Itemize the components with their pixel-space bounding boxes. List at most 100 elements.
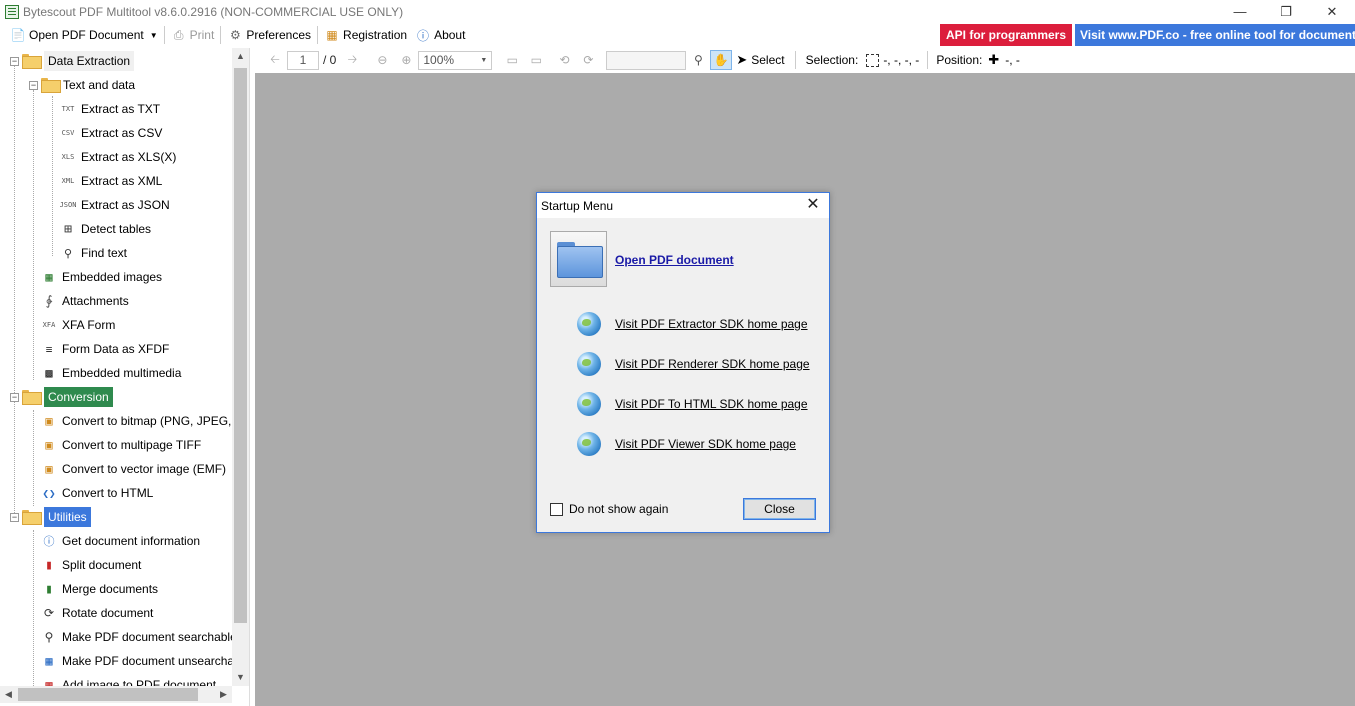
selection-rect-icon bbox=[866, 53, 880, 67]
tree-vertical-scrollbar[interactable]: ▲ ▼ bbox=[232, 48, 249, 686]
tree-item-convert-vector[interactable]: ▣ Convert to vector image (EMF) bbox=[41, 457, 226, 481]
paperclip-icon: ∳ bbox=[45, 293, 53, 309]
tohtml-sdk-link[interactable]: Visit PDF To HTML SDK home page bbox=[615, 397, 808, 411]
zoom-in-icon[interactable]: ⊕ bbox=[396, 51, 416, 69]
tree-item-form-data-xfdf[interactable]: ≡ Form Data as XFDF bbox=[41, 337, 170, 361]
renderer-sdk-row[interactable]: Visit PDF Renderer SDK home page bbox=[577, 351, 810, 377]
tree-item-extract-json[interactable]: JSON Extract as JSON bbox=[60, 193, 170, 217]
renderer-sdk-link[interactable]: Visit PDF Renderer SDK home page bbox=[615, 357, 810, 371]
extractor-sdk-row[interactable]: Visit PDF Extractor SDK home page bbox=[577, 311, 808, 337]
page-number-input[interactable]: 1 bbox=[287, 50, 319, 70]
tree-item-get-info[interactable]: ⓘ Get document information bbox=[41, 529, 201, 553]
tree-item-data-extraction[interactable]: Data Extraction bbox=[22, 49, 135, 73]
tree-item-extract-xml[interactable]: XML Extract as XML bbox=[60, 169, 163, 193]
tree-item-convert-html[interactable]: ❮❯ Convert to HTML bbox=[41, 481, 153, 505]
tree-item-convert-tiff[interactable]: ▣ Convert to multipage TIFF bbox=[41, 433, 201, 457]
globe-icon bbox=[577, 432, 601, 456]
visit-pdfco-button[interactable]: Visit www.PDF.co - free online tool for … bbox=[1075, 24, 1355, 46]
registration-button[interactable]: ▦ Registration bbox=[320, 24, 411, 46]
zoom-select[interactable]: 100% ▼ bbox=[418, 50, 493, 70]
xfa-icon: XFA bbox=[42, 321, 56, 329]
tree-item-attachments[interactable]: ∳ Attachments bbox=[41, 289, 129, 313]
json-file-icon: JSON bbox=[59, 201, 77, 209]
chevron-down-icon[interactable]: ▼ bbox=[150, 31, 158, 40]
rotate-right-icon[interactable]: ⟳ bbox=[578, 51, 598, 69]
zoom-out-icon[interactable]: ⊖ bbox=[372, 51, 392, 69]
tree-label: Extract as XML bbox=[81, 174, 163, 188]
scroll-up-icon[interactable]: ▲ bbox=[232, 48, 249, 65]
fit-page-icon[interactable]: ▭ bbox=[502, 51, 522, 69]
collapse-conversion[interactable]: − bbox=[10, 393, 19, 402]
registration-label: Registration bbox=[343, 28, 408, 42]
scroll-right-icon[interactable]: ▶ bbox=[215, 686, 232, 703]
tree-label: Data Extraction bbox=[44, 51, 135, 71]
do-not-show-again[interactable]: Do not show again bbox=[550, 502, 668, 516]
print-button[interactable]: ⎙ Print bbox=[167, 24, 219, 46]
scroll-down-icon[interactable]: ▼ bbox=[232, 669, 249, 686]
close-button[interactable]: Close bbox=[743, 498, 816, 520]
search-input[interactable] bbox=[606, 50, 687, 70]
tree-item-split[interactable]: ▮ Split document bbox=[41, 553, 141, 577]
tree-item-xfa-form[interactable]: XFA XFA Form bbox=[41, 313, 116, 337]
dialog-title: Startup Menu bbox=[541, 198, 614, 213]
tree-label: Detect tables bbox=[81, 222, 152, 236]
tree-item-extract-csv[interactable]: CSV Extract as CSV bbox=[60, 121, 163, 145]
scroll-thumb[interactable] bbox=[234, 68, 247, 623]
tree-item-detect-tables[interactable]: ⊞ Detect tables bbox=[60, 217, 151, 241]
tree-item-make-searchable[interactable]: ⚲ Make PDF document searchable bbox=[41, 625, 237, 649]
collapse-text-and-data[interactable]: − bbox=[29, 81, 38, 90]
tree-guide-line bbox=[14, 66, 15, 519]
html-icon: ❮❯ bbox=[42, 486, 56, 500]
scroll-thumb[interactable] bbox=[18, 688, 198, 701]
collapse-data-extraction[interactable]: − bbox=[10, 57, 19, 66]
hand-tool-icon[interactable]: ✋ bbox=[710, 50, 733, 70]
scroll-left-icon[interactable]: ◀ bbox=[0, 686, 17, 703]
extractor-sdk-link[interactable]: Visit PDF Extractor SDK home page bbox=[615, 317, 808, 331]
close-window-button[interactable]: ✕ bbox=[1309, 0, 1355, 23]
tree-item-convert-bitmap[interactable]: ▣ Convert to bitmap (PNG, JPEG, ... bbox=[41, 409, 245, 433]
select-tool[interactable]: ➤ Select bbox=[736, 52, 784, 68]
tree-label: Merge documents bbox=[62, 582, 159, 596]
tree-item-merge[interactable]: ▮ Merge documents bbox=[41, 577, 158, 601]
tree-item-rotate[interactable]: ⟳ Rotate document bbox=[41, 601, 153, 625]
fit-width-icon[interactable]: ▭ bbox=[526, 51, 546, 69]
tree-item-find-text[interactable]: ⚲ Find text bbox=[60, 241, 127, 265]
tohtml-sdk-row[interactable]: Visit PDF To HTML SDK home page bbox=[577, 391, 808, 417]
printer-icon: ⎙ bbox=[173, 27, 184, 42]
do-not-show-checkbox[interactable] bbox=[550, 502, 563, 516]
tree-item-extract-txt[interactable]: TXT Extract as TXT bbox=[60, 97, 160, 121]
tree-label: Attachments bbox=[62, 294, 129, 308]
collapse-utilities[interactable]: − bbox=[10, 513, 19, 522]
open-pdf-button[interactable]: 📄 Open PDF Document ▼ bbox=[6, 24, 162, 46]
globe-icon bbox=[577, 352, 601, 376]
split-icon: ▮ bbox=[45, 557, 53, 573]
viewer-sdk-link[interactable]: Visit PDF Viewer SDK home page bbox=[615, 437, 796, 451]
tree-item-make-unsearchable[interactable]: ▦ Make PDF document unsearchable bbox=[41, 649, 249, 673]
app-icon bbox=[5, 4, 19, 19]
tree-item-embedded-images[interactable]: ▦ Embedded images bbox=[41, 265, 162, 289]
open-pdf-link[interactable]: Open PDF document bbox=[615, 253, 734, 267]
viewer-sdk-row[interactable]: Visit PDF Viewer SDK home page bbox=[577, 431, 796, 457]
next-page-icon[interactable]: 🡢 bbox=[342, 51, 362, 69]
tree-item-extract-xls[interactable]: XLS Extract as XLS(X) bbox=[60, 145, 177, 169]
tree-item-conversion[interactable]: Conversion bbox=[22, 385, 113, 409]
tree-horizontal-scrollbar[interactable]: ◀ ▶ bbox=[0, 686, 232, 703]
toolbar-divider bbox=[163, 26, 165, 44]
restore-button[interactable]: ❐ bbox=[1263, 0, 1309, 23]
folder-open-icon bbox=[22, 390, 42, 405]
preferences-button[interactable]: ⚙ Preferences bbox=[223, 24, 315, 46]
minimize-button[interactable]: — bbox=[1217, 0, 1263, 23]
close-icon[interactable]: ✕ bbox=[803, 195, 823, 215]
tree-item-embedded-multimedia[interactable]: ▩ Embedded multimedia bbox=[41, 361, 181, 385]
binoculars-icon[interactable]: ⚲ bbox=[688, 51, 708, 69]
tree-item-utilities[interactable]: Utilities bbox=[22, 505, 91, 529]
about-button[interactable]: ⓘ About bbox=[411, 24, 469, 46]
rotate-left-icon[interactable]: ⟲ bbox=[554, 51, 574, 69]
folder-open-icon bbox=[22, 510, 42, 525]
open-pdf-tile[interactable] bbox=[550, 231, 607, 287]
tree-item-text-and-data[interactable]: Text and data bbox=[41, 73, 135, 97]
tree-label: Utilities bbox=[44, 507, 91, 527]
previous-page-icon[interactable]: 🡠 bbox=[265, 51, 285, 69]
api-for-programmers-button[interactable]: API for programmers bbox=[940, 24, 1073, 46]
tree-label: Convert to bitmap (PNG, JPEG, ... bbox=[62, 414, 245, 428]
